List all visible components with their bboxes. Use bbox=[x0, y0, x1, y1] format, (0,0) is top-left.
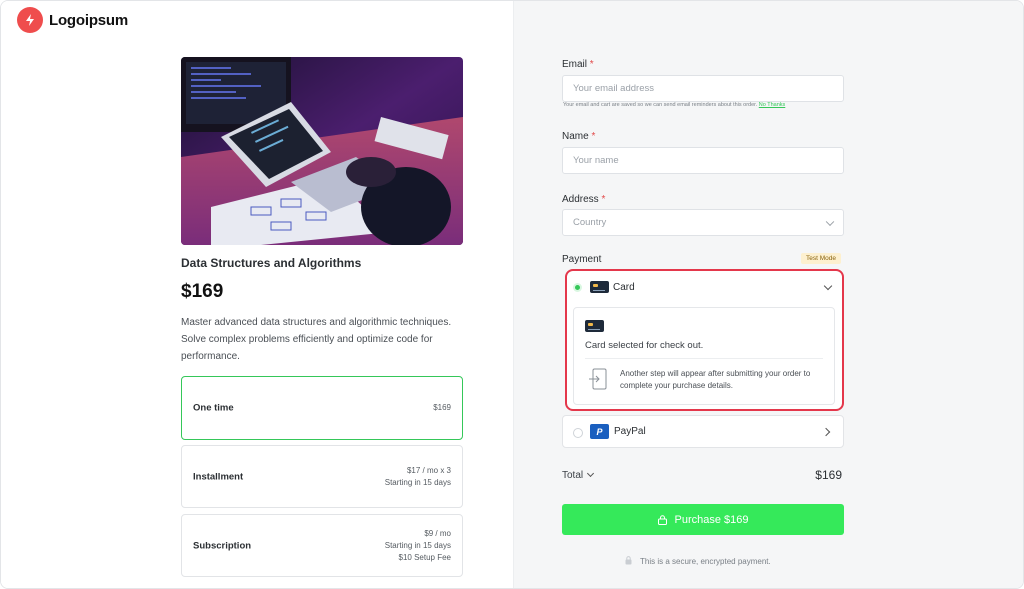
plan-info: $169 bbox=[433, 402, 451, 414]
email-field[interactable]: Your email address bbox=[562, 75, 844, 102]
card-selected-message: Card selected for check out. bbox=[585, 340, 704, 351]
product-image bbox=[181, 57, 463, 245]
plan-option-one-time[interactable]: One time $169 bbox=[181, 376, 463, 440]
plan-info-line: Starting in 15 days bbox=[384, 540, 451, 550]
payment-label: Payment bbox=[562, 254, 602, 265]
purchase-button-label: Purchase $169 bbox=[674, 513, 749, 526]
divider bbox=[585, 358, 823, 359]
lightning-icon bbox=[17, 7, 43, 33]
product-pane: Logoipsum Data Structures and Algorithms… bbox=[1, 1, 513, 588]
product-title: Data Structures and Algorithms bbox=[181, 256, 362, 270]
plan-option-subscription[interactable]: Subscription $9 / mo Starting in 15 days… bbox=[181, 514, 463, 577]
plan-info-line: $9 / mo bbox=[424, 528, 451, 538]
lock-icon bbox=[657, 514, 667, 525]
redirect-icon bbox=[588, 367, 608, 391]
required-marker: * bbox=[591, 131, 596, 142]
plan-label: Installment bbox=[193, 471, 244, 482]
brand-logo[interactable]: Logoipsum bbox=[17, 7, 128, 33]
plan-label: Subscription bbox=[193, 540, 252, 551]
total-label: Total bbox=[562, 470, 584, 481]
plan-info: $17 / mo x 3 Starting in 15 days bbox=[385, 465, 451, 489]
credit-card-icon bbox=[590, 281, 609, 293]
plan-info-line: $169 bbox=[433, 403, 451, 412]
secure-payment-text: This is a secure, encrypted payment. bbox=[640, 557, 771, 566]
test-mode-badge: Test Mode bbox=[801, 253, 841, 264]
total-toggle[interactable]: Total bbox=[562, 469, 595, 481]
product-price: $169 bbox=[181, 281, 224, 302]
product-description: Master advanced data structures and algo… bbox=[181, 317, 452, 362]
purchase-button[interactable]: Purchase $169 bbox=[562, 504, 844, 535]
plan-info-line: $17 / mo x 3 bbox=[406, 465, 451, 475]
paypal-payment-option[interactable]: P PayPal bbox=[562, 415, 844, 448]
country-select[interactable]: Country bbox=[562, 209, 844, 236]
credit-card-icon bbox=[585, 320, 604, 332]
name-field[interactable]: Your name bbox=[562, 147, 844, 174]
email-hint-text: Your email and cart are saved so we can … bbox=[563, 102, 758, 108]
secure-payment-notice: This is a secure, encrypted payment. bbox=[625, 556, 771, 567]
card-radio[interactable] bbox=[573, 283, 582, 292]
email-placeholder: Your email address bbox=[573, 83, 654, 94]
chevron-down-icon bbox=[587, 469, 595, 478]
no-thanks-link[interactable]: No Thanks bbox=[759, 102, 786, 108]
lock-icon bbox=[625, 556, 632, 567]
plan-option-installment[interactable]: Installment $17 / mo x 3 Starting in 15 … bbox=[181, 445, 463, 508]
chevron-down-icon bbox=[825, 217, 835, 226]
brand-name: Logoipsum bbox=[49, 11, 129, 29]
paypal-label: PayPal bbox=[614, 426, 646, 437]
email-hint: Your email and cart are saved so we can … bbox=[563, 102, 785, 108]
plan-info-line: $10 Setup Fee bbox=[398, 552, 451, 562]
name-placeholder: Your name bbox=[573, 155, 619, 166]
email-label-text: Email bbox=[562, 59, 588, 70]
chevron-right-icon bbox=[821, 427, 831, 437]
checkout-window: Logoipsum Data Structures and Algorithms… bbox=[0, 0, 1024, 589]
email-label: Email * bbox=[562, 59, 594, 70]
address-label: Address * bbox=[562, 194, 605, 205]
name-label: Name * bbox=[562, 131, 595, 142]
total-value: $169 bbox=[815, 468, 842, 482]
name-label-text: Name bbox=[562, 131, 589, 142]
paypal-radio[interactable] bbox=[573, 428, 583, 438]
plan-info: $9 / mo Starting in 15 days $10 Setup Fe… bbox=[385, 528, 451, 564]
plan-label: One time bbox=[193, 402, 234, 414]
required-marker: * bbox=[589, 59, 594, 70]
paypal-icon: P bbox=[590, 424, 609, 439]
address-label-text: Address bbox=[562, 194, 599, 205]
country-placeholder: Country bbox=[573, 217, 607, 228]
required-marker: * bbox=[601, 194, 606, 205]
next-step-message: Another step will appear after submittin… bbox=[620, 369, 811, 390]
card-option-label: Card bbox=[613, 282, 635, 293]
plan-info-line: Starting in 15 days bbox=[384, 477, 451, 487]
